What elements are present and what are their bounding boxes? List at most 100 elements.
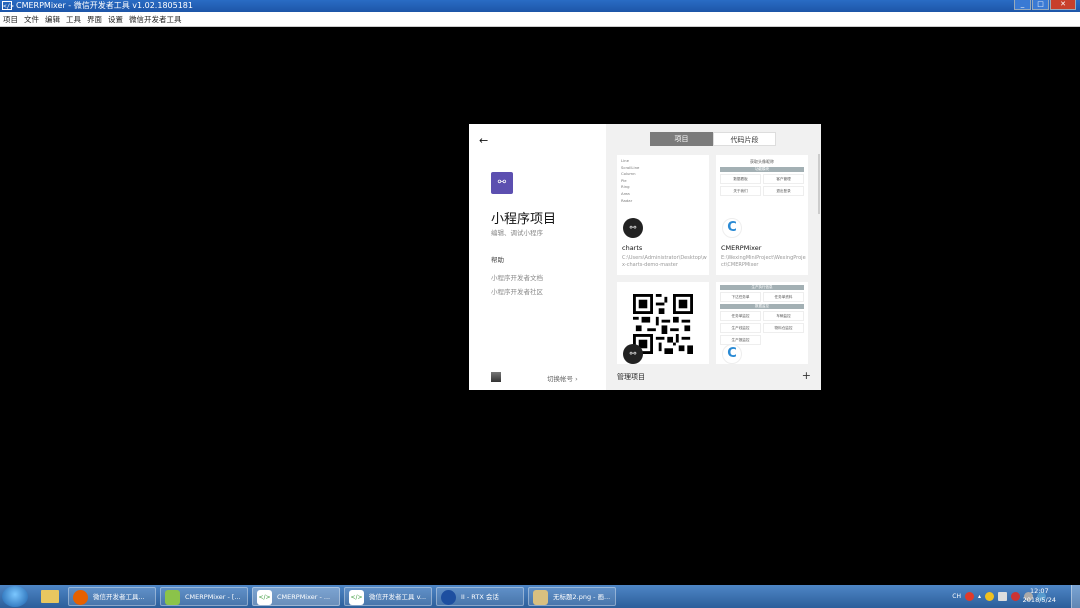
show-desktop-button[interactable] xyxy=(1071,585,1080,608)
cm-logo-icon: C xyxy=(722,218,742,238)
network-icon[interactable] xyxy=(998,592,1007,601)
paint-icon xyxy=(533,590,548,605)
arrow-left-icon[interactable]: ← xyxy=(479,134,488,147)
taskbar-item-android-studio[interactable]: CMERPMixer - [... xyxy=(160,587,248,606)
tray-expand-icon[interactable]: ▴ xyxy=(978,593,981,600)
menu-bar: 项目 文件 编辑 工具 界面 设置 微信开发者工具 xyxy=(0,12,1080,27)
add-project-button[interactable]: + xyxy=(802,369,811,382)
menu-wechat-devtools[interactable]: 微信开发者工具 xyxy=(129,14,182,25)
window-title: CMERPMixer - 微信开发者工具 v1.02.1805181 xyxy=(16,1,193,10)
preview-list-item: Column xyxy=(621,171,636,177)
android-icon xyxy=(165,590,180,605)
preview-grid-item: 客户管理 xyxy=(763,174,804,184)
project-path: E:\WexingMiniProject\WexingProject\CMERP… xyxy=(721,255,806,268)
maximize-button[interactable]: □ xyxy=(1032,0,1049,10)
preview-grid: 任务单监控 车辆监控 生产线监控 物料仓监控 生产报监控 xyxy=(720,311,804,345)
page-title: 小程序项目 xyxy=(491,212,557,227)
preview-grid-item: 车辆监控 xyxy=(763,311,804,321)
project-path: C:\Users\Administrator\Desktop\wx-charts… xyxy=(622,255,707,268)
link-icon: ⚯ xyxy=(623,218,643,238)
minimize-button[interactable]: _ xyxy=(1014,0,1031,10)
preview-title: 获取头像昵称 xyxy=(750,159,774,164)
tab-projects[interactable]: 项目 xyxy=(650,132,713,146)
bottom-bar: 管理项目 + xyxy=(606,364,821,390)
preview-grid-item: 任务单资料 xyxy=(763,292,804,302)
preview-grid-item: 任务单监控 xyxy=(720,311,761,321)
page-subtitle: 编辑、调试小程序 xyxy=(491,229,543,237)
left-panel: ← ⚯ 小程序项目 编辑、调试小程序 帮助 小程序开发者文档 小程序开发者社区 … xyxy=(469,124,606,390)
tab-code-snippets[interactable]: 代码片段 xyxy=(713,132,776,146)
code-icon: </> xyxy=(257,590,272,605)
security-icon[interactable] xyxy=(985,592,994,601)
project-name: CMERPMixer xyxy=(721,244,762,252)
link-icon: ⚯ xyxy=(491,172,513,194)
link-icon: ⚯ xyxy=(623,344,643,364)
switch-account-label: 切换帐号 xyxy=(547,375,573,383)
start-button[interactable] xyxy=(2,586,28,607)
preview-grid-item: 物料仓监控 xyxy=(763,323,804,333)
preview-list-item: Radar xyxy=(621,197,633,203)
preview-section-bar: 生产执行信息 xyxy=(720,285,804,290)
cm-logo-icon: C xyxy=(722,344,742,364)
menu-project[interactable]: 项目 xyxy=(3,14,18,25)
help-heading: 帮助 xyxy=(491,256,504,264)
preview-section-bar: 数据监控 xyxy=(720,304,804,309)
taskbar-item-label: 无标题2.png - 画... xyxy=(553,593,611,601)
sogou-ime-icon[interactable] xyxy=(964,592,974,601)
taskbar-item-devtools-1[interactable]: </> CMERPMixer - ... xyxy=(252,587,340,606)
taskbar-item-label: 微信开发者工具 v... xyxy=(369,593,427,601)
right-panel: 项目 代码片段 Line ScrollLine Column Pie Ring … xyxy=(606,124,821,390)
clock-date: 2018/5/24 xyxy=(1022,596,1056,604)
preview-grid-item: 关于我们 xyxy=(720,186,761,196)
taskbar-item-rtx[interactable]: II - RTX 会话 xyxy=(436,587,524,606)
preview-list-item: ScrollLine xyxy=(621,164,640,170)
preview-grid-item: 生产线监控 xyxy=(720,323,761,333)
project-dialog: ← ⚯ 小程序项目 编辑、调试小程序 帮助 小程序开发者文档 小程序开发者社区 … xyxy=(469,124,821,390)
project-list-scrollbar[interactable] xyxy=(818,154,820,214)
project-card-cmerpmixer[interactable]: 获取头像昵称 功能模块 数据看板 客户管理 关于我们 退出登录 C CMERPM… xyxy=(716,155,808,275)
taskbar-item-paint[interactable]: 无标题2.png - 画... xyxy=(528,587,616,606)
window-controls: _ □ ✕ xyxy=(1013,0,1076,11)
app-tray-icon[interactable] xyxy=(1011,592,1020,601)
project-card-charts[interactable]: Line ScrollLine Column Pie Ring Area Rad… xyxy=(617,155,709,275)
project-card-4[interactable]: 生产执行信息 下达任务单 任务单资料 数据监控 任务单监控 车辆监控 生产线监控… xyxy=(716,282,808,364)
menu-view[interactable]: 界面 xyxy=(87,14,102,25)
taskbar: 微信开发者工具... CMERPMixer - [... </> CMERPMi… xyxy=(0,585,1080,608)
preview-grid-item: 生产报监控 xyxy=(720,335,761,345)
taskbar-item-label: 微信开发者工具... xyxy=(93,593,145,601)
menu-file[interactable]: 文件 xyxy=(24,14,39,25)
preview-list-item: Ring xyxy=(621,184,630,190)
preview-grid-item: 下达任务单 xyxy=(720,292,761,302)
taskbar-item-label: II - RTX 会话 xyxy=(461,593,499,601)
window-titlebar: </> CMERPMixer - 微信开发者工具 v1.02.1805181 _… xyxy=(0,0,1080,12)
code-icon: </> xyxy=(349,590,364,605)
tab-bar: 项目 代码片段 xyxy=(650,132,776,146)
help-link-docs[interactable]: 小程序开发者文档 xyxy=(491,272,543,282)
preview-grid: 数据看板 客户管理 关于我们 退出登录 xyxy=(720,174,804,196)
taskbar-item-devtools-2[interactable]: </> 微信开发者工具 v... xyxy=(344,587,432,606)
menu-settings[interactable]: 设置 xyxy=(108,14,123,25)
taskbar-item-label: CMERPMixer - ... xyxy=(277,593,331,601)
manage-projects-button[interactable]: 管理项目 xyxy=(617,372,645,382)
input-language[interactable]: CH xyxy=(952,593,961,600)
clock[interactable]: 12:07 2018/5/24 xyxy=(1023,587,1056,605)
project-name: charts xyxy=(622,244,643,252)
preview-list-item: Pie xyxy=(621,177,627,183)
preview-grid-item: 退出登录 xyxy=(763,186,804,196)
qr-code-icon xyxy=(633,294,693,354)
preview-list-item: Area xyxy=(621,190,630,196)
taskbar-item-firefox[interactable]: 微信开发者工具... xyxy=(68,587,156,606)
preview-grid: 下达任务单 任务单资料 xyxy=(720,292,804,302)
menu-tools[interactable]: 工具 xyxy=(66,14,81,25)
preview-grid-item: 数据看板 xyxy=(720,174,761,184)
rtx-icon xyxy=(441,590,456,605)
preview-list-item: Line xyxy=(621,158,629,163)
project-card-qr[interactable]: ⚯ xyxy=(617,282,709,364)
close-button[interactable]: ✕ xyxy=(1050,0,1076,10)
switch-account-button[interactable]: 切换帐号 › xyxy=(547,373,578,383)
file-explorer-icon[interactable] xyxy=(38,587,64,606)
app-code-icon: </> xyxy=(2,1,14,10)
help-link-community[interactable]: 小程序开发者社区 xyxy=(491,286,543,296)
avatar xyxy=(491,372,501,382)
menu-edit[interactable]: 编辑 xyxy=(45,14,60,25)
